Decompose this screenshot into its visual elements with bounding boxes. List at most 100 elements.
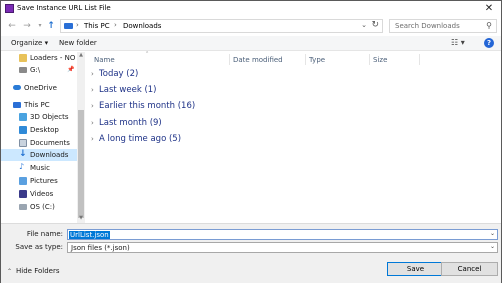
nav-item-label: Videos <box>30 190 54 198</box>
nav-item-label: OneDrive <box>24 84 57 92</box>
pictures-icon <box>19 177 27 185</box>
folder-icon <box>19 54 27 62</box>
nav-item-documents[interactable]: Documents <box>1 137 77 149</box>
breadcrumb-this-pc[interactable]: This PC <box>84 22 110 30</box>
chevron-down-icon[interactable]: ⌄ <box>361 21 367 29</box>
window-title: Save Instance URL List File <box>17 4 111 12</box>
save-as-type-label: Save as type: <box>15 243 63 251</box>
search-icon[interactable]: ⚲ <box>486 21 492 30</box>
back-arrow-icon[interactable]: ← <box>6 20 18 32</box>
save-fields-panel: File name: UrlList.json ⌄ Save as type: … <box>1 223 501 283</box>
group-header-last-week[interactable]: › Last week (1) <box>91 85 156 99</box>
cancel-button[interactable]: Cancel <box>441 262 498 276</box>
nav-item-label: Loaders - NO <box>30 54 76 62</box>
column-header-row: ⌃ Name Date modified Type Size <box>85 51 501 66</box>
column-divider[interactable] <box>229 54 230 65</box>
save-file-dialog: Save Instance URL List File ✕ ← → ▾ ↑ › … <box>0 0 502 283</box>
column-date-modified[interactable]: Date modified <box>233 56 283 64</box>
drive-icon <box>19 67 27 73</box>
group-label: Earlier this month (16) <box>99 101 196 111</box>
forward-arrow-icon[interactable]: → <box>21 20 33 32</box>
nav-item-label: Documents <box>30 139 70 147</box>
cloud-icon <box>13 85 21 90</box>
nav-item-pictures[interactable]: Pictures <box>1 175 77 187</box>
nav-item-label: This PC <box>24 101 50 109</box>
column-type[interactable]: Type <box>309 56 325 64</box>
save-as-type-value: Json files (*.json) <box>71 244 130 252</box>
scrollbar-thumb[interactable] <box>78 110 84 218</box>
chevron-right-icon: › <box>91 70 94 78</box>
chevron-right-icon: › <box>91 86 94 94</box>
nav-item-label: Desktop <box>30 126 59 134</box>
documents-icon <box>19 139 27 147</box>
pin-icon: 📌 <box>67 66 75 73</box>
videos-icon <box>19 190 27 198</box>
chevron-right-icon: › <box>91 102 94 110</box>
close-icon[interactable]: ✕ <box>482 2 496 15</box>
organize-button[interactable]: Organize ▾ <box>11 39 48 47</box>
breadcrumb-downloads[interactable]: Downloads <box>123 22 161 30</box>
group-header-earlier-this-month[interactable]: › Earlier this month (16) <box>91 101 195 115</box>
chevron-up-icon: ⌃ <box>7 268 13 275</box>
chevron-right-icon: › <box>91 135 94 143</box>
file-list: ⌃ Name Date modified Type Size › Today (2… <box>85 51 501 223</box>
nav-item-videos[interactable]: Videos <box>1 188 77 200</box>
nav-pane-scrollbar[interactable]: ▲ ▼ <box>77 52 85 223</box>
nav-item-loaders[interactable]: Loaders - NO <box>1 52 77 64</box>
app-icon <box>5 4 14 13</box>
nav-item-desktop[interactable]: Desktop <box>1 124 77 136</box>
title-bar: Save Instance URL List File ✕ <box>1 1 501 17</box>
save-button[interactable]: Save <box>387 262 444 276</box>
column-divider[interactable] <box>305 54 306 65</box>
sort-caret-icon: ⌃ <box>145 51 150 57</box>
help-icon[interactable]: ? <box>484 38 494 48</box>
group-header-last-month[interactable]: › Last month (9) <box>91 118 162 132</box>
computer-icon <box>64 23 73 29</box>
nav-item-downloads[interactable]: ↓ Downloads <box>1 149 77 161</box>
file-name-label: File name: <box>26 230 63 238</box>
nav-item-label: Downloads <box>30 151 69 159</box>
nav-item-onedrive[interactable]: OneDrive <box>1 82 77 94</box>
3d-objects-icon <box>19 113 27 121</box>
hide-folders-label: Hide Folders <box>16 267 60 275</box>
address-row: ← → ▾ ↑ › This PC › Downloads ⌄ ↻ Search… <box>1 17 501 36</box>
scroll-down-icon[interactable]: ▼ <box>77 215 85 223</box>
nav-item-music[interactable]: ♪ Music <box>1 162 77 174</box>
computer-icon <box>13 102 21 108</box>
view-options-icon[interactable]: ☷ ▾ <box>451 38 465 47</box>
file-name-field[interactable]: UrlList.json ⌄ <box>67 229 498 240</box>
new-folder-button[interactable]: New folder <box>59 39 97 47</box>
column-divider[interactable] <box>369 54 370 65</box>
column-name[interactable]: Name <box>94 56 115 64</box>
nav-item-label: Music <box>30 164 50 172</box>
music-icon: ♪ <box>19 162 25 171</box>
group-header-long-time-ago[interactable]: › A long time ago (5) <box>91 134 181 148</box>
refresh-icon[interactable]: ↻ <box>371 20 379 30</box>
chevron-down-icon[interactable]: ⌄ <box>490 230 495 237</box>
hide-folders-button[interactable]: ⌃ Hide Folders <box>7 267 60 275</box>
chevron-right-icon: › <box>91 119 94 127</box>
nav-item-g-drive[interactable]: G:\ 📌 <box>1 64 77 76</box>
column-divider[interactable] <box>419 54 420 65</box>
breadcrumb-separator-icon[interactable]: › <box>114 21 117 29</box>
breadcrumb-separator-icon[interactable]: › <box>76 21 79 29</box>
save-as-type-select[interactable]: Json files (*.json) ⌄ <box>67 242 498 253</box>
file-name-value[interactable]: UrlList.json <box>69 231 110 239</box>
search-placeholder: Search Downloads <box>395 22 460 30</box>
address-bar[interactable]: › This PC › Downloads ⌄ ↻ <box>60 19 383 33</box>
nav-item-this-pc[interactable]: This PC <box>1 99 77 111</box>
nav-item-label: OS (C:) <box>30 203 55 211</box>
downloads-icon: ↓ <box>19 149 27 159</box>
group-label: A long time ago (5) <box>99 134 182 144</box>
os-drive-icon <box>19 204 27 210</box>
navigation-pane: Loaders - NO G:\ 📌 OneDrive This PC 3D O… <box>1 52 85 223</box>
group-header-today[interactable]: › Today (2) <box>91 69 138 83</box>
chevron-down-icon[interactable]: ⌄ <box>490 243 495 250</box>
search-input[interactable]: Search Downloads ⚲ <box>389 19 497 33</box>
nav-item-3d-objects[interactable]: 3D Objects <box>1 111 77 123</box>
nav-item-label: G:\ <box>30 66 41 74</box>
nav-item-os-c[interactable]: OS (C:) <box>1 201 77 213</box>
column-size[interactable]: Size <box>373 56 387 64</box>
up-arrow-icon[interactable]: ↑ <box>45 20 57 32</box>
scroll-up-icon[interactable]: ▲ <box>77 52 85 60</box>
